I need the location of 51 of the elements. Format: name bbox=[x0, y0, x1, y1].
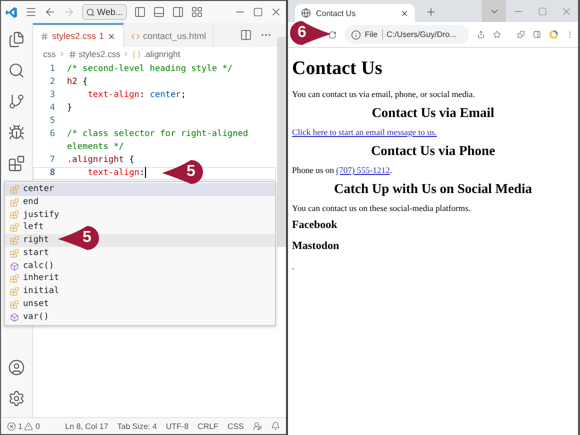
section-heading: Catch Up with Us on Social Media bbox=[332, 181, 533, 197]
code-line: /* class selector for right-aligned elements */ bbox=[67, 128, 250, 154]
subheading: Mastodon bbox=[292, 240, 340, 252]
line-number: 6 bbox=[48, 128, 56, 141]
code-line: /* second-level heading style */ bbox=[67, 63, 233, 76]
search-field[interactable]: Web... bbox=[82, 4, 127, 20]
line-number: 2 bbox=[48, 76, 56, 89]
line-number: 8 bbox=[48, 167, 56, 180]
editor-tab[interactable]: styles2.css 1 bbox=[33, 23, 124, 47]
section-heading: Contact Us via Phone bbox=[370, 143, 496, 159]
subheading: Facebook bbox=[292, 219, 338, 231]
phone-link[interactable]: (707) 555-1212 bbox=[336, 165, 390, 175]
suggestion-item[interactable]: calc() bbox=[5, 260, 275, 273]
paragraph: You can contact us via email, phone, or social media. bbox=[292, 89, 476, 99]
status-item[interactable]: CRLF bbox=[198, 422, 218, 430]
suggestion-item[interactable]: center bbox=[5, 183, 275, 196]
code-line: text-align: center; bbox=[86, 89, 186, 102]
breadcrumb[interactable]: .alignright bbox=[143, 49, 180, 59]
line-number: 3 bbox=[48, 89, 56, 102]
section-heading: Contact Us via Email bbox=[370, 105, 496, 121]
suggestion-item[interactable]: unset bbox=[5, 298, 275, 311]
step-callout: 6 bbox=[289, 20, 333, 46]
status-item[interactable]: CSS bbox=[227, 422, 244, 430]
line-number: 5 bbox=[48, 115, 56, 128]
paragraph: . bbox=[292, 261, 296, 271]
status-item[interactable]: Tab Size: 4 bbox=[117, 422, 157, 430]
code-line: .alignright { bbox=[67, 154, 134, 167]
code-line: text-align: bbox=[86, 167, 146, 180]
page-heading: Contact Us bbox=[292, 58, 384, 80]
code-line: h2 { bbox=[67, 76, 88, 89]
suggestion-item[interactable]: end bbox=[5, 196, 275, 209]
breadcrumb[interactable]: styles2.css bbox=[78, 49, 120, 59]
suggestion-item[interactable]: initial bbox=[5, 285, 275, 298]
paragraph: You can contact us on these social-media platforms. bbox=[292, 203, 472, 213]
line-number: 7 bbox=[48, 154, 56, 167]
browser-tab[interactable]: Contact Us bbox=[295, 4, 415, 22]
step-callout: 5 bbox=[56, 225, 100, 251]
line-number: 4 bbox=[48, 102, 56, 115]
email-link[interactable]: Click here to start an email message to us. bbox=[292, 127, 437, 137]
problems-status[interactable]: 1 0 bbox=[7, 422, 40, 430]
suggestion-item[interactable]: justify bbox=[5, 208, 275, 222]
paragraph: Phone us on (707) 555-1212. bbox=[292, 165, 394, 175]
suggestion-item[interactable]: inherit bbox=[5, 272, 275, 286]
status-item[interactable]: UTF-8 bbox=[166, 422, 189, 430]
suggestion-item[interactable]: var() bbox=[5, 310, 275, 324]
code-line: } bbox=[67, 102, 72, 115]
breadcrumb[interactable]: css bbox=[43, 49, 56, 59]
line-number: 1 bbox=[48, 63, 56, 76]
step-callout: 5 bbox=[160, 159, 204, 185]
status-item[interactable]: Ln 8, Col 17 bbox=[65, 422, 108, 430]
address-bar[interactable]: File C:/Users/Guy/Dro... bbox=[344, 25, 469, 44]
